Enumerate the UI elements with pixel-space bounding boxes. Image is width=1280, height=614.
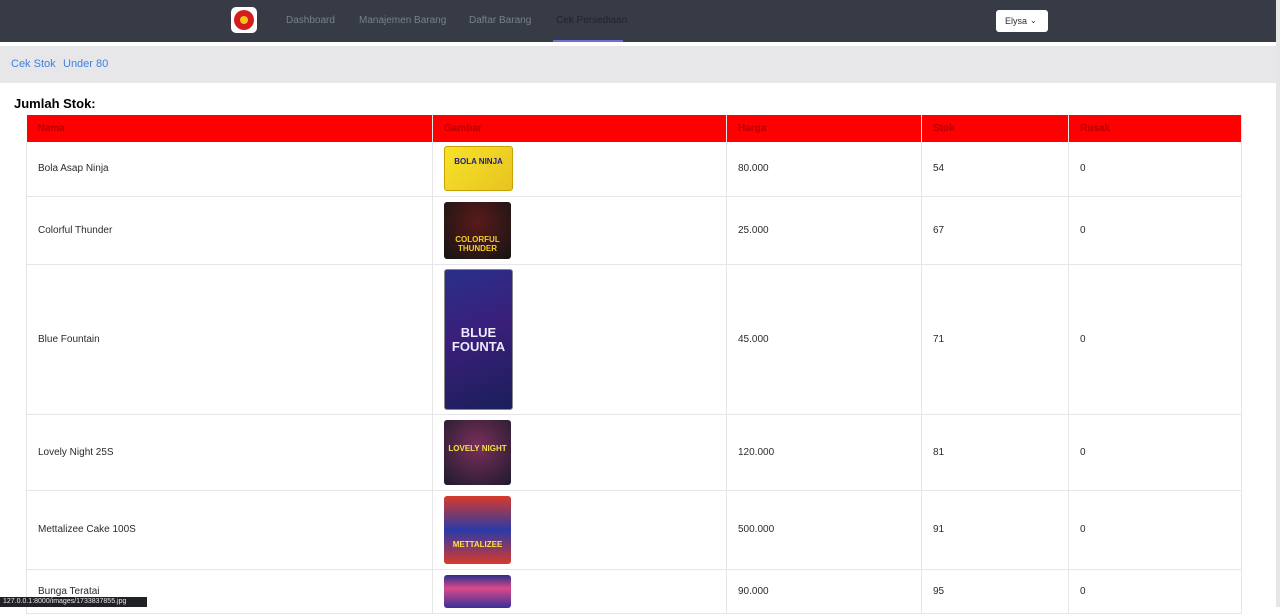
cell-gambar: METTALIZEE xyxy=(432,490,727,570)
firework-logo[interactable] xyxy=(231,7,257,33)
cell-gambar: COLORFUL THUNDER xyxy=(432,196,727,265)
cell-harga: 80.000 xyxy=(726,142,922,197)
user-menu-button[interactable]: Elysa ⌄ xyxy=(996,10,1048,32)
table-row: Bola Asap Ninja BOLA NINJA 80.000 54 0 xyxy=(26,142,1242,197)
nav-manajemen-barang[interactable]: Manajemen Barang xyxy=(359,0,446,42)
cell-stok: 95 xyxy=(921,569,1069,614)
cell-rusak: 0 xyxy=(1068,490,1242,570)
cell-harga: 90.000 xyxy=(726,569,922,614)
cell-stok: 71 xyxy=(921,264,1069,415)
table-header-row: Nama Gambar Harga Stok Rusak xyxy=(26,115,1242,142)
chevron-down-icon: ⌄ xyxy=(1030,16,1037,25)
stock-table: Nama Gambar Harga Stok Rusak Bola Asap N… xyxy=(26,115,1242,614)
header-nama: Nama xyxy=(26,115,433,142)
cell-nama: Blue Fountain xyxy=(26,264,433,415)
nav-dashboard[interactable]: Dashboard xyxy=(286,0,335,42)
table-row: Colorful Thunder COLORFUL THUNDER 25.000… xyxy=(26,196,1242,265)
cell-stok: 81 xyxy=(921,414,1069,491)
cell-harga: 500.000 xyxy=(726,490,922,570)
link-status-bar: 127.0.0.1:8000/images/1733837855.jpg xyxy=(0,597,147,607)
product-image[interactable]: BLUE FOUNTA xyxy=(444,268,513,410)
cell-harga: 45.000 xyxy=(726,264,922,415)
nav-cek-persediaan[interactable]: Cek Persediaan xyxy=(556,0,627,42)
link-cek-stok[interactable]: Cek Stok xyxy=(11,46,56,83)
table-row: Blue Fountain BLUE FOUNTA 45.000 71 0 xyxy=(26,264,1242,415)
header-rusak: Rusak xyxy=(1068,115,1242,142)
cell-nama: Bola Asap Ninja xyxy=(26,142,433,197)
cell-nama: Lovely Night 25S xyxy=(26,414,433,491)
cell-rusak: 0 xyxy=(1068,142,1242,197)
cell-rusak: 0 xyxy=(1068,569,1242,614)
cell-gambar: LOVELY NIGHT xyxy=(432,414,727,491)
cell-stok: 67 xyxy=(921,196,1069,265)
header-stok: Stok xyxy=(921,115,1069,142)
product-image-text: LOVELY NIGHT xyxy=(448,443,507,453)
product-image-text: COLORFUL THUNDER xyxy=(455,234,500,253)
cell-gambar xyxy=(432,569,727,614)
cell-rusak: 0 xyxy=(1068,196,1242,265)
cell-harga: 120.000 xyxy=(726,414,922,491)
product-image[interactable]: LOVELY NIGHT xyxy=(444,419,511,485)
cell-stok: 91 xyxy=(921,490,1069,570)
cell-rusak: 0 xyxy=(1068,264,1242,415)
cell-gambar: BOLA NINJA xyxy=(432,142,727,197)
table-row: Lovely Night 25S LOVELY NIGHT 120.000 81… xyxy=(26,414,1242,491)
link-under-80[interactable]: Under 80 xyxy=(63,46,108,83)
page-title: Jumlah Stok: xyxy=(14,96,96,111)
cell-nama: Mettalizee Cake 100S xyxy=(26,490,433,570)
product-image[interactable] xyxy=(444,574,511,608)
product-image-text: METTALIZEE xyxy=(452,539,503,549)
sub-navbar: Cek Stok Under 80 xyxy=(0,46,1276,83)
header-gambar: Gambar xyxy=(432,115,727,142)
cell-nama: Colorful Thunder xyxy=(26,196,433,265)
product-image[interactable]: COLORFUL THUNDER xyxy=(444,201,511,259)
user-name: Elysa xyxy=(1005,16,1028,26)
nav-daftar-barang[interactable]: Daftar Barang xyxy=(469,0,531,42)
cell-harga: 25.000 xyxy=(726,196,922,265)
logo-emblem xyxy=(234,10,254,30)
product-image-text: BLUE FOUNTA xyxy=(451,324,506,354)
cell-stok: 54 xyxy=(921,142,1069,197)
cell-gambar: BLUE FOUNTA xyxy=(432,264,727,415)
cell-rusak: 0 xyxy=(1068,414,1242,491)
top-navbar: Dashboard Manajemen Barang Daftar Barang… xyxy=(0,0,1276,42)
active-tab-indicator xyxy=(553,40,623,42)
product-image[interactable]: BOLA NINJA xyxy=(444,146,513,192)
table-row: Mettalizee Cake 100S METTALIZEE 500.000 … xyxy=(26,490,1242,570)
table-row: Bunga Teratai 90.000 95 0 xyxy=(26,569,1242,614)
scrollbar[interactable] xyxy=(1276,0,1280,607)
product-image[interactable]: METTALIZEE xyxy=(444,495,511,564)
header-harga: Harga xyxy=(726,115,922,142)
product-image-text: BOLA NINJA xyxy=(454,157,503,167)
